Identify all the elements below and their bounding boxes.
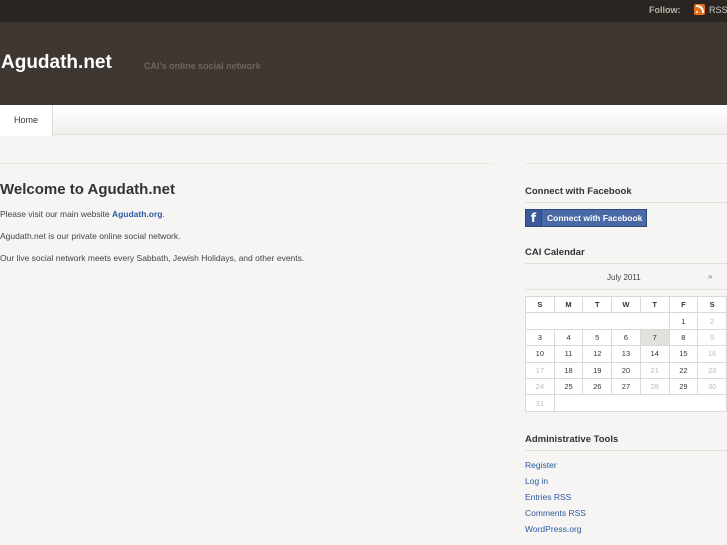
calendar-day: 25: [553, 377, 584, 396]
calendar-day: 27: [611, 377, 641, 396]
wordpress-org-link[interactable]: WordPress.org: [525, 524, 582, 534]
calendar-day: 15: [668, 345, 699, 363]
rss-link[interactable]: RSS: [694, 4, 727, 15]
calendar-day: 9: [697, 328, 727, 347]
calendar-day: 10: [525, 345, 555, 363]
admin-list-item: Comments RSS: [525, 508, 586, 524]
site-title[interactable]: Agudath.net: [1, 52, 112, 74]
calendar-weekday: T: [582, 295, 613, 314]
page-title: Welcome to Agudath.net: [0, 181, 176, 198]
calendar-week-row: 31: [525, 394, 727, 412]
calendar-day: 3: [525, 328, 555, 347]
calendar-week-row: 12: [525, 312, 727, 330]
calendar-body: 1 2 3 4 5 6 7 8 9 10 11 12 13 14 15 16 17 18 19 20 21 22 23 24 2…: [525, 312, 727, 412]
calendar-day: 20: [611, 361, 641, 379]
follow-label: Follow:: [649, 5, 681, 15]
calendar-day: 16: [697, 345, 727, 363]
calendar-caption-divider: [525, 289, 727, 290]
calendar-day: 5: [582, 328, 613, 347]
network-paragraph: Agudath.net is our private online social…: [0, 231, 181, 241]
calendar-day: 28: [639, 377, 670, 396]
calendar-day: 7: [639, 328, 670, 347]
calendar-day: 30: [697, 377, 727, 396]
calendar-week-row: 17 18 19 20 21 22 23: [525, 361, 727, 379]
calendar-day: 31: [525, 394, 555, 412]
calendar-week-row: 3456789: [525, 328, 727, 347]
top-bar: Follow: RSS: [0, 0, 727, 22]
facebook-connect-label: Connect with Facebook: [547, 213, 643, 223]
facebook-icon: f: [526, 210, 542, 226]
rss-icon: [694, 4, 705, 15]
intro-period: .: [162, 209, 165, 219]
calendar-weekday: S: [697, 295, 727, 314]
calendar-weekday: M: [553, 295, 584, 314]
calendar-day: 6: [611, 328, 641, 347]
calendar-day: 18: [553, 361, 584, 379]
calendar-weekday: T: [639, 295, 670, 314]
calendar-pad: [525, 312, 670, 330]
calendar-pad: [553, 394, 727, 412]
intro-text: Please visit our main website: [0, 209, 112, 219]
admin-list-item: Register: [525, 460, 586, 476]
entries-rss-link[interactable]: Entries RSS: [525, 492, 571, 502]
calendar-day: 29: [668, 377, 699, 396]
calendar-weekday: W: [611, 295, 641, 314]
admin-list-item: Log in: [525, 476, 586, 492]
calendar-day: 2: [697, 312, 727, 330]
facebook-connect-button[interactable]: f Connect with Facebook: [525, 209, 647, 227]
main-nav: Home: [0, 105, 727, 136]
calendar-day: 26: [582, 377, 613, 396]
admin-list-item: Entries RSS: [525, 492, 586, 508]
calendar-day: 23: [697, 361, 727, 379]
calendar-weekday-row: SMTWTFS: [525, 295, 727, 314]
calendar-day: 22: [668, 361, 699, 379]
calendar-day: 11: [553, 345, 584, 363]
events-paragraph: Our live social network meets every Sabb…: [0, 253, 305, 263]
agudath-org-link[interactable]: Agudath.org: [112, 209, 163, 219]
calendar-week-row: 24 25 26 27 28 29 30: [525, 377, 727, 396]
intro-paragraph: Please visit our main website Agudath.or…: [0, 209, 165, 219]
nav-item-home[interactable]: Home: [0, 105, 53, 136]
calendar-day: 24: [525, 377, 555, 396]
facebook-widget-title: Connect with Facebook: [525, 186, 727, 203]
calendar-widget-title: CAI Calendar: [525, 247, 727, 264]
calendar-day: 13: [611, 345, 641, 363]
calendar-day: 12: [582, 345, 613, 363]
calendar-next-month[interactable]: »: [708, 272, 712, 281]
calendar-day: 21: [639, 361, 670, 379]
admin-list-item: WordPress.org: [525, 524, 586, 540]
calendar-caption: July 2011: [607, 273, 641, 282]
comments-rss-link[interactable]: Comments RSS: [525, 508, 586, 518]
calendar-day: 17: [525, 361, 555, 379]
site-tagline: CAI's online social network: [144, 61, 261, 71]
calendar-day: 19: [582, 361, 613, 379]
sidebar-divider: [525, 163, 727, 164]
admin-links-list: Register Log in Entries RSS Comments RSS…: [525, 460, 586, 540]
content-divider: [0, 163, 493, 164]
calendar-day: 4: [553, 328, 584, 347]
calendar-weekday: F: [668, 295, 699, 314]
calendar-day: 1: [668, 312, 699, 330]
site-header: Agudath.net CAI's online social network: [0, 22, 727, 105]
calendar-table: SMTWTFS 1 2 3 4 5 6 7 8 9 10 11 12 13 14 15 16 17 18 19 20 2…: [525, 295, 727, 412]
calendar-week-row: 10 11 12 13 14 15 16: [525, 345, 727, 363]
calendar-day: 14: [639, 345, 670, 363]
login-link[interactable]: Log in: [525, 476, 548, 486]
calendar-weekday: S: [525, 295, 555, 314]
register-link[interactable]: Register: [525, 460, 557, 470]
admin-widget-title: Administrative Tools: [525, 434, 727, 451]
calendar-day: 8: [668, 328, 699, 347]
rss-link-label: RSS: [709, 4, 727, 15]
